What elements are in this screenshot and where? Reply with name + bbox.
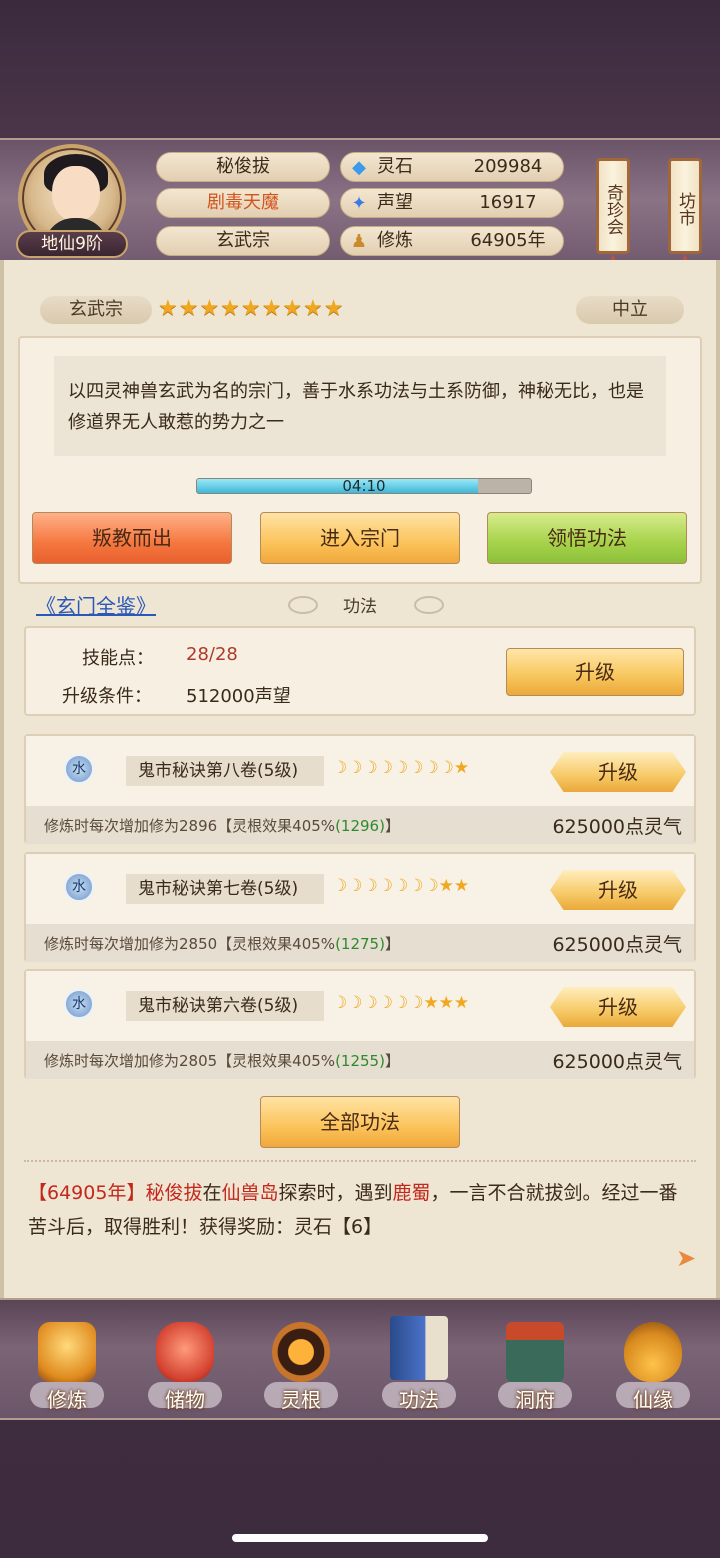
upgrade-condition-value: 512000声望 <box>186 686 291 707</box>
gongfa-level-moons: ☽☽☽☽☽☽☽★★ <box>332 876 470 896</box>
gongfa-level-moons: ☽☽☽☽☽☽★★★ <box>332 993 470 1013</box>
upgrade-condition-label: 升级条件： <box>62 686 152 707</box>
gongfa-name: 鬼市秘诀第六卷(5级) <box>126 991 324 1021</box>
player-sect: 玄武宗 <box>156 226 330 256</box>
nav-item-immortal-fate[interactable]: 仙缘 <box>608 1318 698 1414</box>
storage-bag-icon <box>156 1322 214 1382</box>
cultivation-value: 64905年 <box>470 230 546 251</box>
treasure-fair-button[interactable]: 奇珍会 <box>596 150 630 276</box>
log-next-arrow-icon[interactable]: ➤ <box>676 1244 700 1272</box>
cave-house-icon <box>506 1322 564 1382</box>
gongfa-cost: 625000点灵气 <box>552 934 682 956</box>
betray-sect-button[interactable]: 叛教而出 <box>32 512 232 564</box>
gongfa-effect: 修炼时每次增加修为2805【灵根效果405%(1255)】 <box>44 1052 400 1070</box>
gongfa-effect: 修炼时每次增加修为2850【灵根效果405%(1275)】 <box>44 935 400 953</box>
gongfa-cost: 625000点灵气 <box>552 1051 682 1073</box>
timer-text: 04:10 <box>342 477 386 495</box>
nav-item-gongfa[interactable]: 功法 <box>374 1316 464 1414</box>
nav-item-cave[interactable]: 洞府 <box>490 1318 580 1414</box>
sect-description: 以四灵神兽玄武为名的宗门，善于水系功法与土系防御，神秘无比，也是修道界无人敢惹的… <box>54 356 666 456</box>
resource-cultivation: ♟ 修炼 64905年 <box>340 226 564 256</box>
player-name: 秘俊拔 <box>156 152 330 182</box>
spirit-stone-icon: ◆ <box>352 157 366 178</box>
all-gongfa-button[interactable]: 全部功法 <box>260 1096 460 1148</box>
meditating-monk-icon <box>38 1322 96 1382</box>
gongfa-level-moons: ☽☽☽☽☽☽☽☽★ <box>332 758 470 778</box>
gongfa-card: 水 鬼市秘诀第七卷(5级) ☽☽☽☽☽☽☽★★ 升级 修炼时每次增加修为2850… <box>24 852 696 962</box>
reputation-value: 16917 <box>479 192 537 213</box>
skill-points-box: 技能点： 28/28 升级条件： 512000声望 升级 <box>24 626 696 716</box>
water-element-icon: 水 <box>64 872 94 902</box>
nav-item-cultivate[interactable]: 修炼 <box>22 1318 112 1414</box>
gongfa-name: 鬼市秘诀第七卷(5级) <box>126 874 324 904</box>
divider <box>24 1160 696 1164</box>
upgrade-skill-points-button[interactable]: 升级 <box>506 648 684 696</box>
book-icon <box>390 1316 448 1380</box>
nav-item-storage[interactable]: 储物 <box>140 1318 230 1414</box>
player-header: 地仙9阶 秘俊拔 剧毒天魔 玄武宗 ◆ 灵石 209984 ✦ 声望 16917… <box>0 138 720 276</box>
sect-stance: 中立 <box>576 296 684 324</box>
gongfa-name: 鬼市秘诀第八卷(5级) <box>126 756 324 786</box>
player-title: 剧毒天魔 <box>156 188 330 218</box>
reputation-icon: ✦ <box>351 193 367 214</box>
water-element-icon: 水 <box>64 989 94 1019</box>
gourd-icon <box>624 1322 682 1382</box>
avatar-face <box>52 166 100 222</box>
gongfa-cost: 625000点灵气 <box>552 816 682 838</box>
cultivation-icon: ♟ <box>350 231 368 252</box>
sect-name: 玄武宗 <box>40 296 152 324</box>
gongfa-section-title: 功法 <box>343 597 377 617</box>
comprehend-gongfa-button[interactable]: 领悟功法 <box>487 512 687 564</box>
water-element-icon: 水 <box>64 754 94 784</box>
spirit-root-icon <box>272 1322 330 1382</box>
resource-spirit-stone: ◆ 灵石 209984 <box>340 152 564 182</box>
skill-points-label: 技能点： <box>82 648 154 669</box>
skill-points-value: 28/28 <box>186 644 238 665</box>
sect-rating-stars: ★★★★★★★★★ <box>158 296 345 321</box>
spirit-stone-value: 209984 <box>473 156 543 177</box>
market-button[interactable]: 坊市 <box>668 150 702 276</box>
resource-reputation: ✦ 声望 16917 <box>340 188 564 218</box>
home-indicator[interactable] <box>232 1534 488 1542</box>
gongfa-effect: 修炼时每次增加修为2896【灵根效果405%(1296)】 <box>44 817 400 835</box>
upgrade-gongfa-button[interactable]: 升级 <box>550 870 686 910</box>
player-level: 地仙9阶 <box>16 230 128 258</box>
gongfa-card: 水 鬼市秘诀第八卷(5级) ☽☽☽☽☽☽☽☽★ 升级 修炼时每次增加修为2896… <box>24 734 696 844</box>
enter-sect-button[interactable]: 进入宗门 <box>260 512 460 564</box>
cloud-ornament-icon <box>414 596 444 614</box>
upgrade-gongfa-button[interactable]: 升级 <box>550 752 686 792</box>
event-log: 【64905年】秘俊拔在仙兽岛探索时，遇到鹿蜀，一言不合就拔剑。经过一番苦斗后，… <box>28 1182 678 1238</box>
gongfa-card: 水 鬼市秘诀第六卷(5级) ☽☽☽☽☽☽★★★ 升级 修炼时每次增加修为2805… <box>24 969 696 1079</box>
nav-item-spirit-root[interactable]: 灵根 <box>256 1318 346 1414</box>
upgrade-gongfa-button[interactable]: 升级 <box>550 987 686 1027</box>
